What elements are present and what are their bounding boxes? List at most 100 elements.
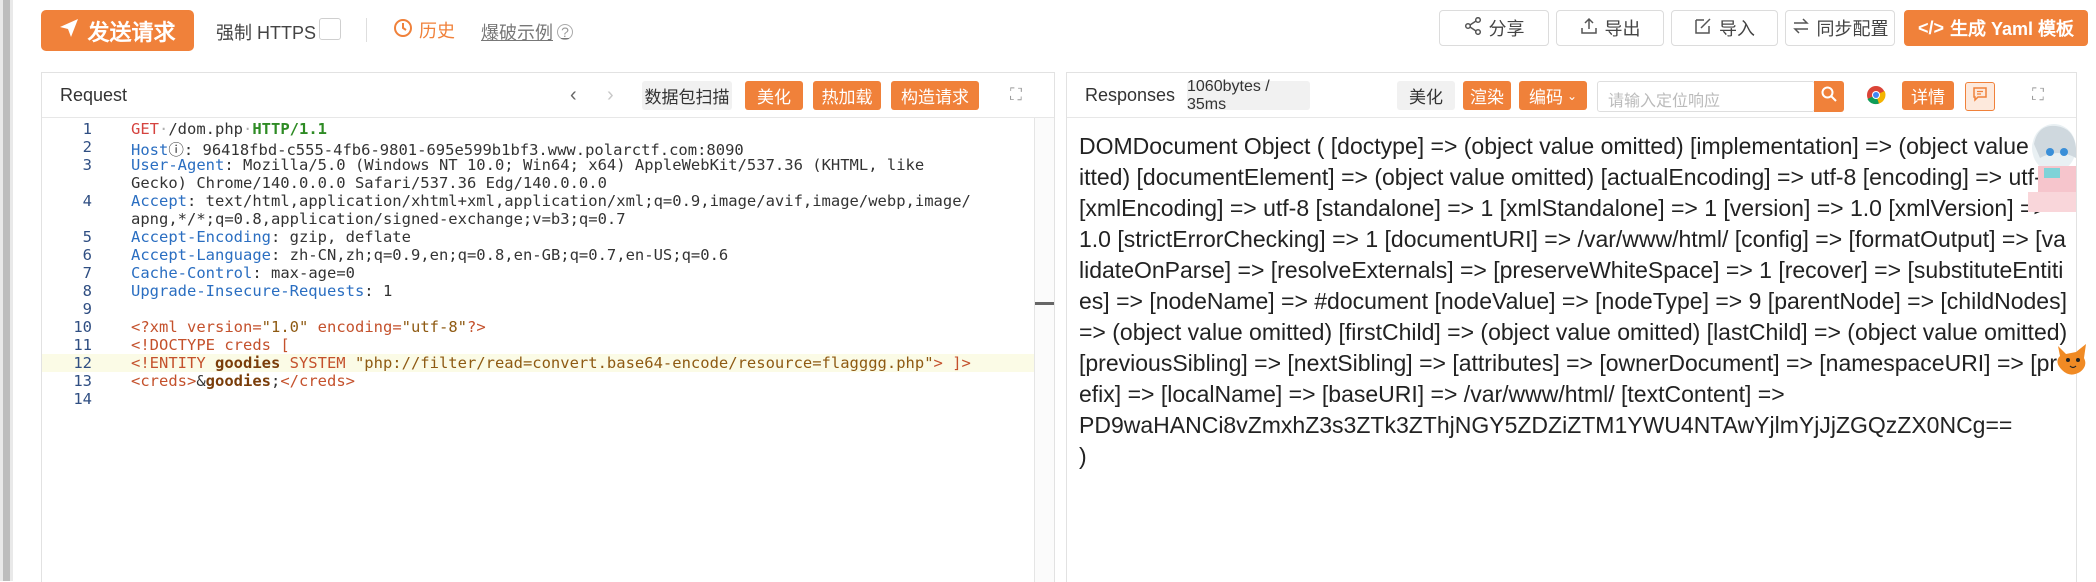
- history-button[interactable]: 历史: [393, 17, 455, 43]
- comment-icon: [1972, 86, 1988, 107]
- code-text: Accept: text/html,application/xhtml+xml,…: [131, 192, 971, 210]
- code-line[interactable]: 10 <?xml version="1.0" encoding="utf-8"?>: [42, 318, 1034, 336]
- editor-scrollbar[interactable]: [1034, 118, 1054, 582]
- response-body-base64: PD9waHANCi8vZmxhZ3s3ZTk3ZThjNGY5ZDZiZTM1…: [1079, 412, 2013, 438]
- search-button[interactable]: [1814, 81, 1844, 112]
- code-line[interactable]: 5 Accept-Encoding: gzip, deflate: [42, 228, 1034, 246]
- share-button[interactable]: 分享: [1439, 10, 1549, 46]
- code-token: <!DOCTYPE: [131, 336, 215, 354]
- code-token: ;: [271, 372, 281, 390]
- code-line[interactable]: 4 Accept: text/html,application/xhtml+xml…: [42, 192, 1034, 210]
- expand-icon[interactable]: ⛶: [1010, 85, 1022, 105]
- help-icon: ?: [557, 24, 573, 40]
- response-panel: Responses 1060bytes / 35ms 美化 渲染 编码 ⌄ 请输…: [1066, 72, 2077, 582]
- code-token: /dom.php: [168, 120, 243, 138]
- search-icon: [1821, 86, 1837, 107]
- burst-example-link[interactable]: 爆破示例 ?: [481, 19, 573, 45]
- packet-scan-button[interactable]: 数据包扫描: [642, 81, 732, 110]
- top-toolbar: 发送请求 强制 HTTPS 历史 爆破示例 ? 分享 导出 导入 同步配置 </…: [13, 0, 2096, 60]
- response-beautify-button[interactable]: 美化: [1397, 81, 1455, 110]
- generate-yaml-button[interactable]: </> 生成 Yaml 模板: [1904, 10, 2088, 46]
- code-text: GET·/dom.php·HTTP/1.1: [131, 120, 327, 138]
- beautify-button[interactable]: 美化: [745, 81, 803, 110]
- line-number: 2: [82, 138, 92, 156]
- chevron-right-icon[interactable]: ›: [607, 84, 614, 107]
- line-number: 8: [82, 282, 92, 300]
- code-line[interactable]: 6 Accept-Language: zh-CN,zh;q=0.9,en;q=0.…: [42, 246, 1034, 264]
- chevron-left-icon[interactable]: ‹: [570, 84, 577, 107]
- code-token: : max-age=0: [252, 264, 355, 282]
- code-text: Accept-Encoding: gzip, deflate: [131, 228, 411, 246]
- code-line[interactable]: 1 GET·/dom.php·HTTP/1.1: [42, 120, 1034, 138]
- line-number: 7: [82, 264, 92, 282]
- export-icon: [1580, 17, 1598, 40]
- construct-request-button[interactable]: 构造请求: [891, 81, 979, 110]
- code-icon: </>: [1917, 17, 1944, 38]
- code-token: HTTP/1.1: [252, 120, 327, 138]
- code-text: <!ENTITY goodies SYSTEM "php://filter/re…: [131, 354, 971, 372]
- export-button[interactable]: 导出: [1556, 10, 1664, 46]
- code-text: Gecko) Chrome/140.0.0.0 Safari/537.36 Ed…: [131, 174, 607, 192]
- request-editor[interactable]: 1 GET·/dom.php·HTTP/1.1 2 Hostⓘ: 96418fbd-c…: [42, 118, 1034, 582]
- hotload-button[interactable]: 热加载: [813, 81, 881, 110]
- render-button[interactable]: 渲染: [1463, 81, 1511, 110]
- code-token: GET: [131, 120, 159, 138]
- share-label: 分享: [1488, 19, 1525, 39]
- code-token: <!ENTITY: [131, 354, 206, 372]
- request-header: Request ‹ › 数据包扫描 美化 热加载 构造请求 ⛶: [42, 73, 1054, 118]
- force-https-label: 强制 HTTPS: [216, 23, 317, 43]
- sync-config-label: 同步配置: [1816, 19, 1889, 39]
- line-number: 5: [82, 228, 92, 246]
- code-line[interactable]: 7 Cache-Control: max-age=0: [42, 264, 1034, 282]
- code-token: User-Agent: [131, 156, 225, 174]
- comment-button[interactable]: [1965, 82, 1995, 111]
- send-request-button[interactable]: 发送请求: [41, 10, 194, 51]
- history-label: 历史: [419, 21, 455, 41]
- response-body: DOMDocument Object ( [doctype] => (objec…: [1079, 131, 2069, 472]
- request-title: Request: [60, 85, 128, 105]
- code-line[interactable]: 9: [42, 300, 1034, 318]
- mascot-fox-icon: [2057, 344, 2086, 375]
- code-line[interactable]: Gecko) Chrome/140.0.0.0 Safari/537.36 Ed…: [42, 174, 1034, 192]
- export-label: 导出: [1604, 19, 1641, 39]
- response-expand-icon[interactable]: ⛶: [2032, 85, 2044, 105]
- code-token: Accept-Language: [131, 246, 271, 264]
- line-number: 10: [73, 318, 92, 336]
- code-line[interactable]: 13 <creds>&goodies;</creds>: [42, 372, 1034, 390]
- code-token: > ]>: [933, 354, 971, 372]
- code-token: : gzip, deflate: [270, 228, 411, 246]
- page-scrollbar-thumb[interactable]: [3, 0, 10, 581]
- line-number: 14: [73, 390, 92, 408]
- toolbar-divider: [366, 18, 367, 42]
- import-button[interactable]: 导入: [1671, 10, 1778, 46]
- code-token: ?>: [467, 318, 486, 336]
- code-token: &: [196, 372, 206, 390]
- code-line[interactable]: 8 Upgrade-Insecure-Requests: 1: [42, 282, 1034, 300]
- code-line[interactable]: apng,*/*;q=0.8,application/signed-exchan…: [42, 210, 1034, 228]
- code-line[interactable]: 14: [42, 390, 1034, 408]
- force-https-checkbox[interactable]: [319, 18, 341, 40]
- response-body-end: ): [1079, 443, 1087, 469]
- locate-response-input[interactable]: 请输入定位响应: [1597, 81, 1815, 112]
- response-stats: 1060bytes / 35ms: [1187, 78, 1310, 113]
- code-line[interactable]: 3 User-Agent: Mozilla/5.0 (Windows NT 10.…: [42, 156, 1034, 174]
- code-line[interactable]: 12 <!ENTITY goodies SYSTEM "php://filter/…: [42, 354, 1034, 372]
- code-text: User-Agent: Mozilla/5.0 (Windows NT 10.0…: [131, 156, 924, 174]
- code-token: <creds>: [131, 372, 197, 390]
- share-icon: [1464, 16, 1482, 40]
- code-token: <?xml: [131, 318, 178, 336]
- code-token: SYSTEM: [280, 354, 355, 372]
- line-number: 4: [82, 192, 92, 210]
- code-token: creds [: [215, 336, 290, 354]
- sync-config-button[interactable]: 同步配置: [1785, 10, 1895, 46]
- page-scrollbar[interactable]: [0, 0, 13, 581]
- code-line[interactable]: 11 <!DOCTYPE creds [: [42, 336, 1034, 354]
- clock-icon: [393, 18, 413, 43]
- chrome-icon[interactable]: [1866, 85, 1886, 110]
- code-token: </creds>: [280, 372, 355, 390]
- code-text: <!DOCTYPE creds [: [131, 336, 290, 354]
- response-header: Responses 1060bytes / 35ms 美化 渲染 编码 ⌄ 请输…: [1067, 73, 2076, 118]
- encoding-dropdown[interactable]: 编码 ⌄: [1519, 81, 1587, 110]
- detail-button[interactable]: 详情: [1902, 81, 1954, 110]
- code-line[interactable]: 2 Hostⓘ: 96418fbd-c555-4fb6-9801-695e599b…: [42, 138, 1034, 159]
